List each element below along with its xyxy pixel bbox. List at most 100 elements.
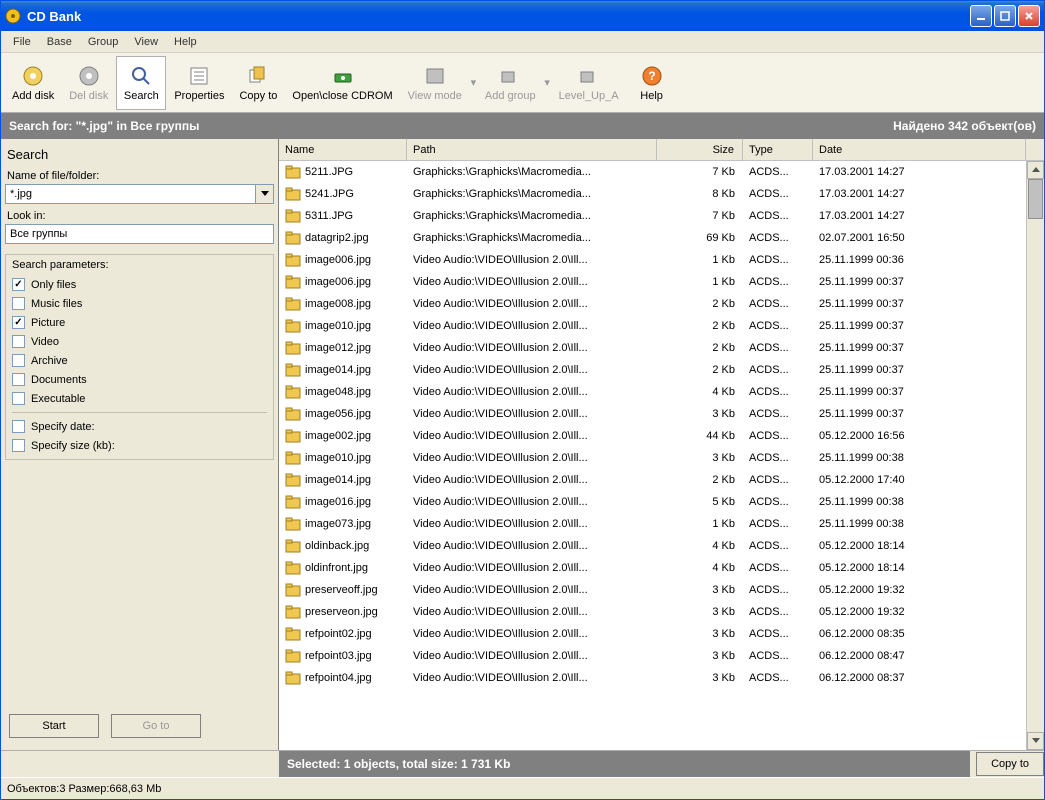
cell-name: image014.jpg — [279, 363, 407, 377]
cell-type: ACDS... — [743, 562, 813, 574]
checkbox-label: Archive — [31, 355, 68, 367]
cell-size: 2 Kb — [657, 342, 743, 354]
checkbox-specify-size-kb-[interactable] — [12, 439, 25, 452]
table-row[interactable]: image048.jpgVideo Audio:\VIDEO\Illusion … — [279, 381, 1044, 403]
cell-size: 3 Kb — [657, 628, 743, 640]
table-row[interactable]: image016.jpgVideo Audio:\VIDEO\Illusion … — [279, 491, 1044, 513]
toolbar-disk-add-button[interactable]: Add disk — [5, 56, 61, 110]
checkbox-label: Picture — [31, 317, 65, 329]
cell-name: image016.jpg — [279, 495, 407, 509]
checkbox-archive[interactable] — [12, 354, 25, 367]
col-size[interactable]: Size — [657, 139, 743, 160]
maximize-button[interactable] — [994, 5, 1016, 27]
table-row[interactable]: refpoint03.jpgVideo Audio:\VIDEO\Illusio… — [279, 645, 1044, 667]
search-sidebar: Search Name of file/folder: Look in: Sea… — [1, 139, 279, 750]
goto-button[interactable]: Go to — [111, 714, 201, 738]
checkbox-video[interactable] — [12, 335, 25, 348]
toolbar-dropdown-arrow: ▾ — [470, 63, 477, 103]
table-row[interactable]: image006.jpgVideo Audio:\VIDEO\Illusion … — [279, 271, 1044, 293]
cell-path: Video Audio:\VIDEO\Illusion 2.0\Ill... — [407, 276, 657, 288]
toolbar-properties-button[interactable]: Properties — [167, 56, 231, 110]
group-add-icon — [498, 64, 522, 88]
table-row[interactable]: oldinfront.jpgVideo Audio:\VIDEO\Illusio… — [279, 557, 1044, 579]
col-type[interactable]: Type — [743, 139, 813, 160]
lookin-input[interactable] — [5, 224, 274, 244]
close-button[interactable] — [1018, 5, 1040, 27]
scroll-track[interactable] — [1027, 179, 1044, 732]
scroll-up-button[interactable] — [1027, 161, 1044, 179]
col-name[interactable]: Name — [279, 139, 407, 160]
checkbox-specify-date-[interactable] — [12, 420, 25, 433]
table-row[interactable]: datagrip2.jpgGraphicks:\Graphicks\Macrom… — [279, 227, 1044, 249]
table-row[interactable]: 5241.JPGGraphicks:\Graphicks\Macromedia.… — [279, 183, 1044, 205]
cell-name: preserveoff.jpg — [279, 583, 407, 597]
table-row[interactable]: image073.jpgVideo Audio:\VIDEO\Illusion … — [279, 513, 1044, 535]
file-icon — [285, 517, 301, 531]
cell-date: 06.12.2000 08:37 — [813, 672, 1044, 684]
table-row[interactable]: image010.jpgVideo Audio:\VIDEO\Illusion … — [279, 315, 1044, 337]
table-row[interactable]: image002.jpgVideo Audio:\VIDEO\Illusion … — [279, 425, 1044, 447]
table-row[interactable]: preserveoff.jpgVideo Audio:\VIDEO\Illusi… — [279, 579, 1044, 601]
table-row[interactable]: image056.jpgVideo Audio:\VIDEO\Illusion … — [279, 403, 1044, 425]
cell-name: image002.jpg — [279, 429, 407, 443]
table-row[interactable]: image010.jpgVideo Audio:\VIDEO\Illusion … — [279, 447, 1044, 469]
cell-date: 25.11.1999 00:38 — [813, 496, 1044, 508]
checkbox-picture[interactable] — [12, 316, 25, 329]
start-button[interactable]: Start — [9, 714, 99, 738]
menu-view[interactable]: View — [126, 34, 166, 50]
table-row[interactable]: 5211.JPGGraphicks:\Graphicks\Macromedia.… — [279, 161, 1044, 183]
checkbox-only-files[interactable] — [12, 278, 25, 291]
table-row[interactable]: image014.jpgVideo Audio:\VIDEO\Illusion … — [279, 359, 1044, 381]
toolbar-label: Del disk — [69, 90, 108, 102]
cell-type: ACDS... — [743, 298, 813, 310]
cell-type: ACDS... — [743, 474, 813, 486]
col-date[interactable]: Date — [813, 139, 1026, 160]
copy-to-button[interactable]: Copy to — [976, 752, 1044, 776]
minimize-button[interactable] — [970, 5, 992, 27]
checkbox-label: Executable — [31, 393, 85, 405]
cell-date: 25.11.1999 00:37 — [813, 320, 1044, 332]
file-icon — [285, 627, 301, 641]
table-row[interactable]: refpoint02.jpgVideo Audio:\VIDEO\Illusio… — [279, 623, 1044, 645]
check-row: Specify date: — [12, 417, 267, 436]
checkbox-documents[interactable] — [12, 373, 25, 386]
table-row[interactable]: refpoint04.jpgVideo Audio:\VIDEO\Illusio… — [279, 667, 1044, 689]
menubar: FileBaseGroupViewHelp — [1, 31, 1044, 53]
table-row[interactable]: preserveon.jpgVideo Audio:\VIDEO\Illusio… — [279, 601, 1044, 623]
scroll-thumb[interactable] — [1028, 179, 1043, 219]
cell-type: ACDS... — [743, 188, 813, 200]
toolbar-copy-button[interactable]: Copy to — [232, 56, 284, 110]
checkbox-music-files[interactable] — [12, 297, 25, 310]
toolbar-label: View mode — [408, 90, 462, 102]
toolbar-search-button[interactable]: Search — [116, 56, 166, 110]
name-input[interactable] — [5, 184, 256, 204]
cell-name: oldinback.jpg — [279, 539, 407, 553]
search-count-text: Найдено 342 объект(ов) — [893, 119, 1036, 133]
toolbar-label: Add group — [485, 90, 536, 102]
table-row[interactable]: image008.jpgVideo Audio:\VIDEO\Illusion … — [279, 293, 1044, 315]
name-dropdown-button[interactable] — [256, 184, 274, 204]
cell-date: 05.12.2000 18:14 — [813, 562, 1044, 574]
table-row[interactable]: image012.jpgVideo Audio:\VIDEO\Illusion … — [279, 337, 1044, 359]
menu-group[interactable]: Group — [80, 34, 127, 50]
cell-size: 3 Kb — [657, 452, 743, 464]
scroll-down-button[interactable] — [1027, 732, 1044, 750]
table-row[interactable]: image014.jpgVideo Audio:\VIDEO\Illusion … — [279, 469, 1044, 491]
toolbar-cdrom-button[interactable]: Open\close CDROM — [285, 56, 399, 110]
cell-path: Video Audio:\VIDEO\Illusion 2.0\Ill... — [407, 342, 657, 354]
menu-base[interactable]: Base — [39, 34, 80, 50]
vertical-scrollbar[interactable] — [1026, 161, 1044, 750]
toolbar-help-button[interactable]: ?Help — [627, 56, 677, 110]
cell-size: 8 Kb — [657, 188, 743, 200]
disk-del-icon — [77, 64, 101, 88]
toolbar-label: Level_Up_A — [559, 90, 619, 102]
menu-help[interactable]: Help — [166, 34, 205, 50]
help-icon: ? — [640, 64, 664, 88]
checkbox-executable[interactable] — [12, 392, 25, 405]
table-row[interactable]: 5311.JPGGraphicks:\Graphicks\Macromedia.… — [279, 205, 1044, 227]
menu-file[interactable]: File — [5, 34, 39, 50]
table-row[interactable]: image006.jpgVideo Audio:\VIDEO\Illusion … — [279, 249, 1044, 271]
cell-date: 25.11.1999 00:36 — [813, 254, 1044, 266]
col-path[interactable]: Path — [407, 139, 657, 160]
table-row[interactable]: oldinback.jpgVideo Audio:\VIDEO\Illusion… — [279, 535, 1044, 557]
